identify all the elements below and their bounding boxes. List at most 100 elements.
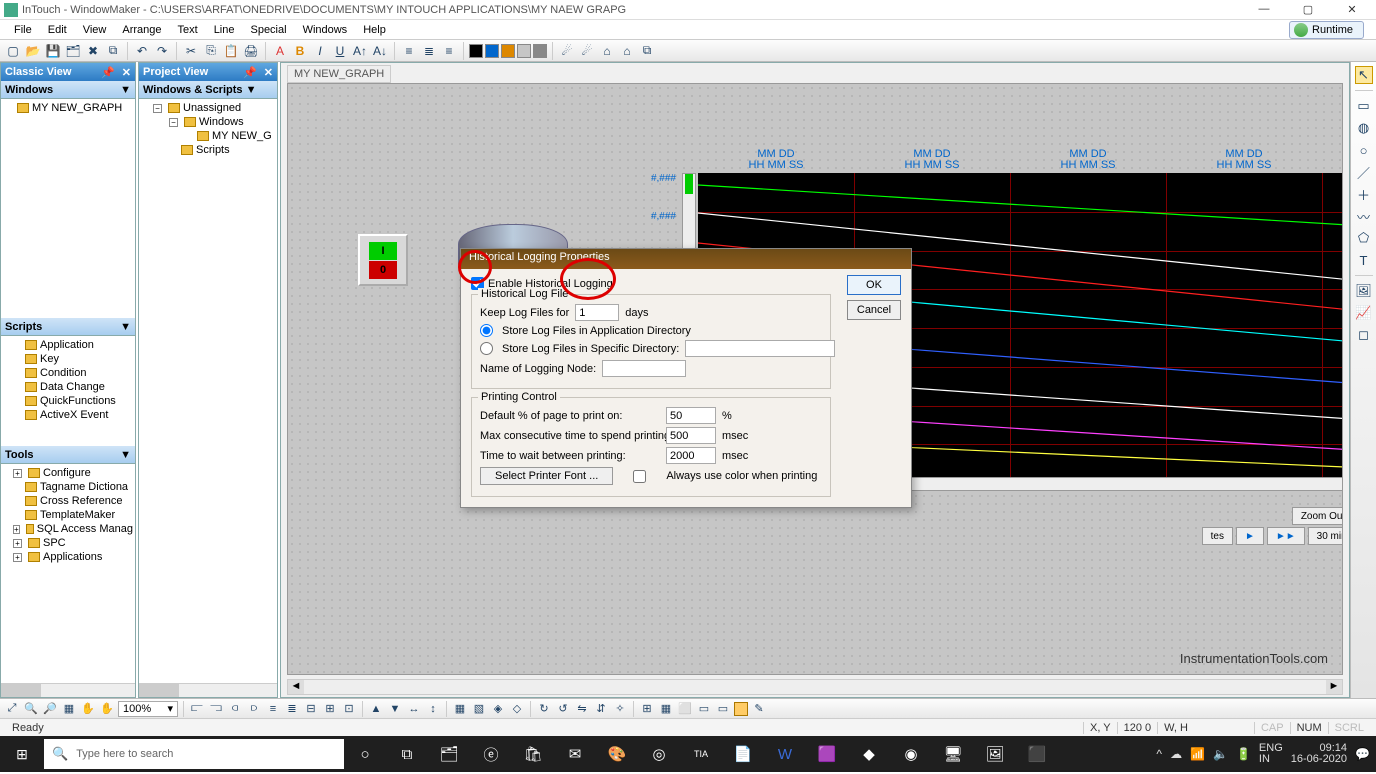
tool-crossref[interactable]: Cross Reference: [3, 494, 133, 508]
tb-align-left-icon[interactable]: ≡: [400, 42, 418, 60]
close-icon[interactable]: ✕: [264, 66, 273, 79]
tray-chevron-icon[interactable]: ^: [1156, 747, 1162, 761]
classic-view-header[interactable]: Classic View 📌 ✕: [1, 63, 135, 81]
tool-sqlaccess[interactable]: +SQL Access Manag: [3, 522, 133, 536]
switch-object[interactable]: I 0: [358, 234, 408, 286]
tb-dup-icon[interactable]: ⧉: [104, 42, 122, 60]
tb-font-small-icon[interactable]: A↓: [371, 42, 389, 60]
ft-align1-icon[interactable]: ⫍: [189, 701, 205, 717]
pointer-tool-icon[interactable]: ↖: [1355, 66, 1373, 84]
store-icon[interactable]: 🛍: [512, 736, 554, 772]
tb-align-center-icon[interactable]: ≣: [420, 42, 438, 60]
zoom-out-button[interactable]: Zoom Out: [1292, 507, 1343, 525]
tb-save-icon[interactable]: 💾: [44, 42, 62, 60]
tb-wizard-icon[interactable]: ☄: [558, 42, 576, 60]
button-tool-icon[interactable]: ◻: [1355, 326, 1373, 344]
misc-icon[interactable]: ⬛: [1016, 736, 1058, 772]
ft-group-icon[interactable]: ▦: [452, 701, 468, 717]
store-appdir-radio[interactable]: [480, 324, 493, 337]
tray-battery-icon[interactable]: 🔋: [1236, 747, 1251, 761]
tb-wizard2-icon[interactable]: ☄: [578, 42, 596, 60]
ft-zoom-fit-icon[interactable]: ⤢: [4, 701, 20, 717]
ft-front-icon[interactable]: ▲: [368, 701, 384, 717]
specific-dir-input[interactable]: [685, 340, 835, 357]
ft-back-icon[interactable]: ▼: [387, 701, 403, 717]
menu-file[interactable]: File: [6, 22, 40, 38]
ft-more-icon[interactable]: ▭: [696, 701, 712, 717]
scripts-section-header[interactable]: Scripts ▼: [1, 318, 135, 336]
tb-window-color[interactable]: [517, 44, 531, 58]
ft-reshape-icon[interactable]: ✧: [612, 701, 628, 717]
canvas-hscroll[interactable]: ◄ ►: [287, 679, 1343, 695]
tb-saveall-icon[interactable]: 🗂: [64, 42, 82, 60]
tb-copy-icon[interactable]: ⎘: [202, 42, 220, 60]
collapse-icon[interactable]: −: [153, 104, 162, 113]
ft-more2-icon[interactable]: ▭: [715, 701, 731, 717]
menu-windows[interactable]: Windows: [295, 22, 356, 38]
tb-line-color[interactable]: [469, 44, 483, 58]
trend-tes-button[interactable]: tes: [1202, 527, 1233, 545]
tb-new-icon[interactable]: ▢: [4, 42, 22, 60]
ft-color-icon[interactable]: [734, 702, 748, 716]
max-time-input[interactable]: [666, 427, 716, 444]
zoom-combo[interactable]: 100%▾: [118, 701, 178, 717]
ft-align2-icon[interactable]: ⫎: [208, 701, 224, 717]
logging-node-input[interactable]: [602, 360, 686, 377]
tb-paste-icon[interactable]: 📋: [222, 42, 240, 60]
ft-zoom-in-icon[interactable]: 🔍: [23, 701, 39, 717]
trend-fwd-icon[interactable]: ►►: [1267, 527, 1305, 545]
taskbar-search[interactable]: 🔍 Type here to search: [44, 739, 344, 769]
mail-icon[interactable]: ✉: [554, 736, 596, 772]
expand-icon[interactable]: +: [13, 525, 20, 534]
hline-tool-icon[interactable]: ＋: [1355, 185, 1373, 203]
tb-open-icon[interactable]: 📂: [24, 42, 42, 60]
ft-space-h-icon[interactable]: ↔: [406, 701, 422, 717]
minimize-button[interactable]: —: [1250, 3, 1278, 16]
script-item-application[interactable]: Application: [3, 338, 133, 352]
tb-transparent-color[interactable]: [533, 44, 547, 58]
menu-edit[interactable]: Edit: [40, 22, 75, 38]
tool-spc[interactable]: +SPC: [3, 536, 133, 550]
tree-item-window[interactable]: MY NEW_GRAPH: [3, 101, 133, 115]
tb-font-a1[interactable]: A: [271, 42, 289, 60]
ft-flip-h-icon[interactable]: ⇋: [574, 701, 590, 717]
wait-time-input[interactable]: [666, 447, 716, 464]
chrome-icon[interactable]: ◎: [638, 736, 680, 772]
ok-button[interactable]: OK: [847, 275, 901, 295]
tool-configure[interactable]: +Configure: [3, 466, 133, 480]
tb-italic-icon[interactable]: I: [311, 42, 329, 60]
rounded-rect-tool-icon[interactable]: ◍: [1355, 119, 1373, 137]
start-button[interactable]: ⊞: [0, 746, 44, 763]
tool-templatemaker[interactable]: TemplateMaker: [3, 508, 133, 522]
ft-hand-icon[interactable]: ✋: [99, 701, 115, 717]
script-item-quickfunctions[interactable]: QuickFunctions: [3, 394, 133, 408]
tree-item-unassigned[interactable]: − Unassigned: [141, 101, 275, 115]
menu-special[interactable]: Special: [242, 22, 294, 38]
word-icon[interactable]: W: [764, 736, 806, 772]
trend-play-icon[interactable]: ►: [1236, 527, 1264, 545]
ft-pan-icon[interactable]: ✋: [80, 701, 96, 717]
tb-tag3-icon[interactable]: ⧉: [638, 42, 656, 60]
ft-align8-icon[interactable]: ⊞: [322, 701, 338, 717]
menu-help[interactable]: Help: [355, 22, 394, 38]
notepad-icon[interactable]: 📄: [722, 736, 764, 772]
script-item-datachange[interactable]: Data Change: [3, 380, 133, 394]
ft-rotate-cw-icon[interactable]: ↻: [536, 701, 552, 717]
tray-notifications-icon[interactable]: 💬: [1355, 747, 1370, 761]
rectangle-tool-icon[interactable]: ▭: [1355, 97, 1373, 115]
menu-line[interactable]: Line: [206, 22, 243, 38]
tb-underline-icon[interactable]: U: [331, 42, 349, 60]
tool-applications[interactable]: +Applications: [3, 550, 133, 564]
tray-onedrive-icon[interactable]: ☁: [1170, 747, 1182, 761]
tb-tag2-icon[interactable]: ⌂: [618, 42, 636, 60]
runtime-button[interactable]: Runtime: [1289, 21, 1364, 39]
close-button[interactable]: ✕: [1338, 3, 1366, 16]
scroll-right-icon[interactable]: ►: [1326, 680, 1342, 694]
trend-tool-icon[interactable]: 📈: [1355, 304, 1373, 322]
windows-scripts-header[interactable]: Windows & Scripts ▼: [139, 81, 277, 99]
expand-icon[interactable]: +: [13, 553, 22, 562]
pin-icon[interactable]: 📌: [243, 66, 257, 79]
tree-item-scripts-folder[interactable]: Scripts: [141, 143, 275, 157]
ft-full-icon[interactable]: ⬜: [677, 701, 693, 717]
tree-item-windows-folder[interactable]: − Windows: [141, 115, 275, 129]
